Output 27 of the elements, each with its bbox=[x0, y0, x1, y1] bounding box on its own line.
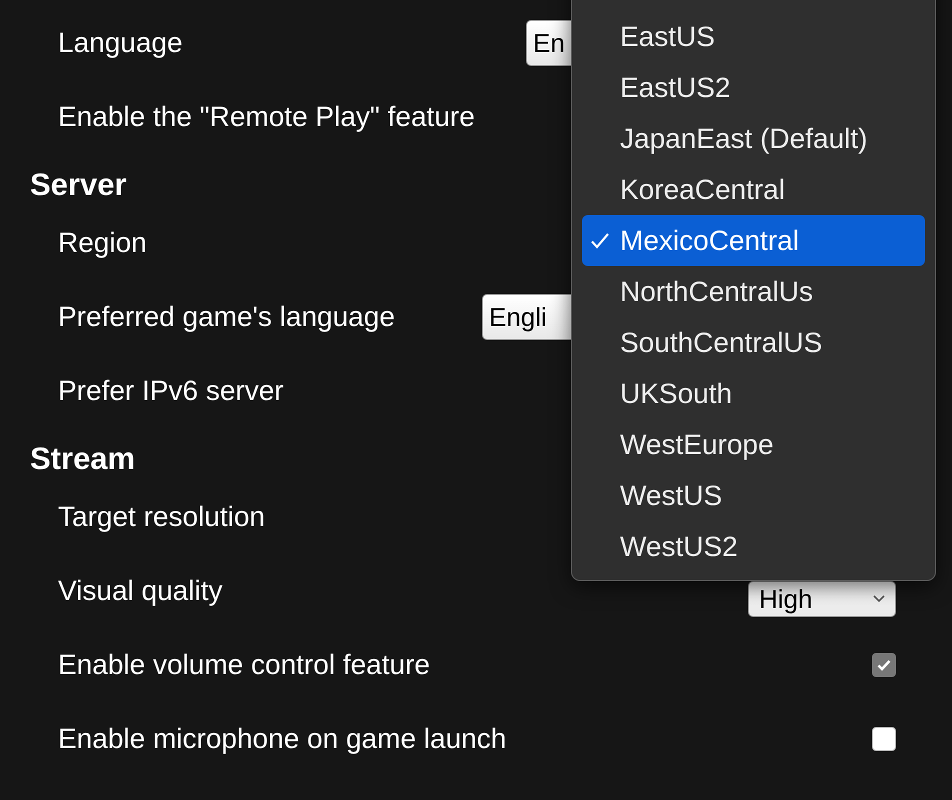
caret-icon bbox=[873, 595, 885, 603]
menu-item[interactable]: EastUS2 bbox=[582, 62, 925, 113]
section-heading: Server bbox=[29, 166, 127, 204]
menu-item[interactable]: UKSouth bbox=[582, 368, 925, 419]
checkmark-icon bbox=[590, 232, 610, 250]
setting-label: Enable microphone on game launch bbox=[58, 723, 506, 755]
section-heading: Stream bbox=[29, 440, 136, 478]
menu-item[interactable]: EastUS bbox=[582, 11, 925, 62]
menu-item[interactable]: WestUS2 bbox=[582, 521, 925, 572]
checkbox[interactable] bbox=[872, 727, 896, 751]
setting-label: Language bbox=[58, 27, 183, 59]
menu-item[interactable]: WestUS bbox=[582, 470, 925, 521]
setting-label: Region bbox=[58, 227, 147, 259]
menu-item[interactable]: WestEurope bbox=[582, 419, 925, 470]
setting-label: Visual quality bbox=[58, 575, 222, 607]
menu-item[interactable]: SouthCentralUS bbox=[582, 317, 925, 368]
select-field[interactable]: High bbox=[748, 581, 896, 617]
menu-item[interactable]: NorthCentralUs bbox=[582, 266, 925, 317]
setting-label: Preferred game's language bbox=[58, 301, 395, 333]
setting-label: Enable volume control feature bbox=[58, 649, 430, 681]
checkbox[interactable] bbox=[872, 653, 896, 677]
setting-label: Prefer IPv6 server bbox=[58, 375, 284, 407]
menu-item[interactable]: MexicoCentral bbox=[582, 215, 925, 266]
setting-label: Enable the "Remote Play" feature bbox=[58, 101, 475, 133]
menu-item[interactable]: JapanEast (Default) bbox=[582, 113, 925, 164]
menu-item[interactable]: KoreaCentral bbox=[582, 164, 925, 215]
setting-label: Target resolution bbox=[58, 501, 266, 533]
